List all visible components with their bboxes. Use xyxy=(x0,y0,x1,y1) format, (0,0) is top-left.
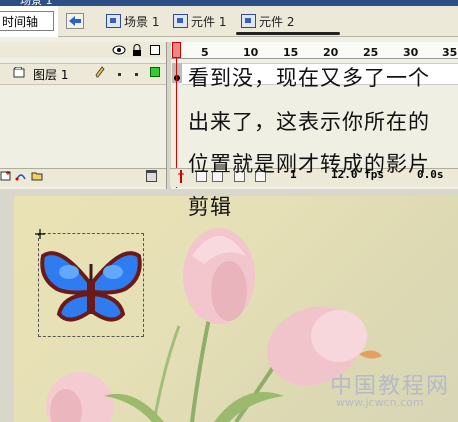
layer-icon xyxy=(13,67,25,78)
back-arrow-icon[interactable] xyxy=(66,13,84,29)
eye-icon[interactable] xyxy=(112,45,126,55)
ruler-tick: 15 xyxy=(283,46,299,59)
layer-header xyxy=(0,42,166,58)
symbol-icon xyxy=(173,14,188,28)
annotation-line-3: 位置就是刚才转成的影片 xyxy=(188,152,430,176)
annotation-line-4: 剪辑 xyxy=(188,195,232,219)
add-folder-icon[interactable] xyxy=(31,170,43,181)
ruler-tick: 5 xyxy=(201,46,209,59)
window-title: 场景 1 xyxy=(20,0,53,7)
outline-icon[interactable] xyxy=(150,45,160,55)
watermark-url: www.jcwcn.com xyxy=(336,396,424,409)
registration-crosshair-icon xyxy=(35,229,45,239)
breadcrumb-symbol-2-label: 元件 2 xyxy=(259,15,295,29)
frame-ruler[interactable]: 1 5 10 15 20 25 30 35 xyxy=(170,42,458,59)
layer-outline-color[interactable] xyxy=(150,67,160,77)
breadcrumb-scene[interactable]: 场景 1 xyxy=(106,14,159,30)
layer-name[interactable]: 图层 1 xyxy=(33,66,68,83)
add-layer-icon[interactable] xyxy=(0,170,12,181)
ruler-tick: 25 xyxy=(363,46,379,59)
timeline-divider[interactable] xyxy=(166,42,171,189)
lock-dot[interactable] xyxy=(135,73,138,76)
center-frame-icon[interactable] xyxy=(177,170,185,183)
annotation-line-1: 看到没，现在又多了一个 xyxy=(188,66,430,90)
add-guide-layer-icon[interactable] xyxy=(15,170,27,181)
symbol-icon xyxy=(241,14,256,28)
lock-icon[interactable] xyxy=(132,44,142,56)
breadcrumb-symbol-2[interactable]: 元件 2 xyxy=(241,14,294,30)
visibility-dot[interactable] xyxy=(118,73,121,76)
keyframe-cell[interactable] xyxy=(172,63,182,83)
pencil-icon xyxy=(95,66,105,78)
delete-layer-icon[interactable] xyxy=(146,170,157,182)
playhead[interactable] xyxy=(172,42,181,58)
breadcrumb-scroll-indicator xyxy=(236,32,340,35)
ruler-tick: 30 xyxy=(403,46,419,59)
ruler-tick: 35 xyxy=(442,46,458,59)
ruler-tick: 10 xyxy=(243,46,259,59)
breadcrumb-scene-label: 场景 1 xyxy=(124,15,160,29)
scene-icon xyxy=(106,14,121,28)
movieclip-selection-box[interactable] xyxy=(38,233,144,337)
timeline-tab[interactable]: 时间轴 xyxy=(0,11,54,31)
annotation-line-2: 出来了，这表示你所在的 xyxy=(188,110,430,134)
butterfly-icon xyxy=(40,251,142,322)
breadcrumb-symbol-1[interactable]: 元件 1 xyxy=(173,14,226,30)
ruler-tick: 20 xyxy=(323,46,339,59)
breadcrumb-symbol-1-label: 元件 1 xyxy=(191,15,227,29)
